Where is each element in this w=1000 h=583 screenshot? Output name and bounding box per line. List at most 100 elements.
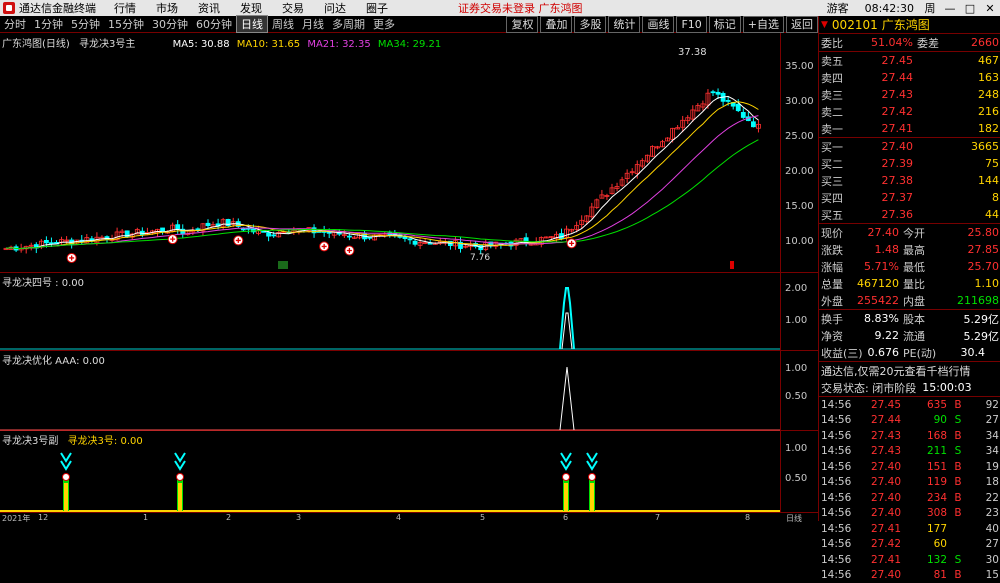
period-tab-daily[interactable]: 日线 <box>236 15 268 33</box>
stat-label: PE(动) <box>899 345 943 361</box>
bid-row[interactable]: 买二27.3975 <box>819 155 1000 172</box>
adjust-button[interactable]: 复权 <box>506 16 538 33</box>
tick-row[interactable]: 14:5627.43211S34 <box>819 444 1000 460</box>
ma-line <box>6 102 758 249</box>
tick-volume: 234 <box>901 492 947 504</box>
tick-side: S <box>947 554 969 566</box>
tick-row[interactable]: 14:5627.426027 <box>819 537 1000 553</box>
ask-row[interactable]: 卖二27.42216 <box>819 103 1000 120</box>
signal-bar <box>590 483 594 511</box>
tick-volume: 635 <box>901 399 947 411</box>
ask-price: 27.42 <box>855 105 913 118</box>
overlay-button[interactable]: 叠加 <box>540 16 572 33</box>
ask-label: 卖一 <box>819 121 855 137</box>
mark-button[interactable]: 标记 <box>709 16 741 33</box>
tick-volume: 81 <box>901 569 947 581</box>
kline-chart[interactable] <box>0 33 780 273</box>
tick-count: 22 <box>969 492 999 504</box>
bid-row[interactable]: 买五27.3644 <box>819 206 1000 223</box>
period-tab-5min[interactable]: 5分钟 <box>67 16 104 32</box>
candle-body <box>408 239 412 240</box>
promo-text[interactable]: 通达信,仅需20元查看千档行情 <box>819 362 1000 379</box>
period-tab-intraday[interactable]: 分时 <box>0 16 30 32</box>
guest-label[interactable]: 游客 <box>817 0 859 16</box>
tick-volume: 177 <box>901 523 947 535</box>
tick-volume: 90 <box>901 414 947 426</box>
tick-price: 27.43 <box>855 445 901 457</box>
tick-count: 34 <box>969 445 999 457</box>
tick-side: S <box>947 414 969 426</box>
dropdown-icon[interactable]: ▼ <box>821 20 828 30</box>
menu-item-quotes[interactable]: 行情 <box>104 0 146 16</box>
ask-row[interactable]: 卖三27.43248 <box>819 86 1000 103</box>
period-tab-1min[interactable]: 1分钟 <box>30 16 67 32</box>
f10-button[interactable]: F10 <box>676 16 706 33</box>
y-tick: 30.00 <box>785 96 814 107</box>
ma-line <box>6 96 758 248</box>
period-tab-30min[interactable]: 30分钟 <box>148 16 192 32</box>
bid-row[interactable]: 买一27.403665 <box>819 138 1000 155</box>
bid-label: 买五 <box>819 207 855 223</box>
tick-count: 40 <box>969 523 999 535</box>
stat-label: 涨幅 <box>819 259 849 275</box>
indicator-panel-4[interactable]: 寻龙决3号副 寻龙决3号: 0.00 1.00 0.50 <box>0 431 818 513</box>
period-tab-15min[interactable]: 15分钟 <box>104 16 148 32</box>
period-tab-more[interactable]: 更多 <box>369 16 399 32</box>
maximize-icon[interactable]: □ <box>960 2 980 15</box>
period-tab-multi[interactable]: 多周期 <box>328 16 369 32</box>
stat-value: 211698 <box>929 294 999 307</box>
tick-row[interactable]: 14:5627.40234B22 <box>819 490 1000 506</box>
tick-price: 27.42 <box>855 538 901 550</box>
tick-row[interactable]: 14:5627.41132S30 <box>819 552 1000 568</box>
ask-row[interactable]: 卖一27.41182 <box>819 120 1000 137</box>
tick-volume: 151 <box>901 461 947 473</box>
ask-row[interactable]: 卖五27.45467 <box>819 52 1000 69</box>
tick-row[interactable]: 14:5627.43168B34 <box>819 428 1000 444</box>
menu-item-discover[interactable]: 发现 <box>230 0 272 16</box>
indicator-2-chart <box>0 273 780 351</box>
tick-row[interactable]: 14:5627.40119B18 <box>819 475 1000 491</box>
menu-item-market[interactable]: 市场 <box>146 0 188 16</box>
indicator-panel-3[interactable]: 寻龙决优化 AAA: 0.00 1.00 0.50 <box>0 351 818 431</box>
tick-price: 27.40 <box>855 476 901 488</box>
candle-body <box>176 225 180 229</box>
tick-volume: 308 <box>901 507 947 519</box>
stat-row: 净资9.22流通5.29亿 <box>819 327 1000 344</box>
bid-label: 买一 <box>819 139 855 155</box>
menu-item-news[interactable]: 资讯 <box>188 0 230 16</box>
week-button[interactable]: 周 <box>920 0 940 16</box>
tick-list[interactable]: 14:5627.45635B9214:5627.4490S2714:5627.4… <box>819 397 1000 583</box>
menu-item-circle[interactable]: 圈子 <box>356 0 398 16</box>
daily-tab[interactable]: 日线 <box>786 513 802 524</box>
minimize-icon[interactable]: — <box>940 2 960 15</box>
indicator-panel-2[interactable]: 寻龙决四号 : 0.00 2.00 1.00 <box>0 273 818 351</box>
period-tab-monthly[interactable]: 月线 <box>298 16 328 32</box>
login-notice[interactable]: 证券交易未登录 广东鸿图 <box>458 0 583 16</box>
add-watchlist-button[interactable]: +自选 <box>743 16 784 33</box>
tick-row[interactable]: 14:5627.4081B15 <box>819 568 1000 583</box>
period-tab-weekly[interactable]: 周线 <box>268 16 298 32</box>
bid-price: 27.39 <box>855 157 913 170</box>
tick-row[interactable]: 14:5627.4117740 <box>819 521 1000 537</box>
ask-row[interactable]: 卖四27.44163 <box>819 69 1000 86</box>
tick-row[interactable]: 14:5627.40308B23 <box>819 506 1000 522</box>
menu-item-ask[interactable]: 问达 <box>314 0 356 16</box>
kline-panel[interactable]: 广东鸿图(日线) 寻龙决3号主 MA5: 30.88 MA10: 31.65 M… <box>0 33 818 273</box>
period-tab-60min[interactable]: 60分钟 <box>192 16 236 32</box>
candle-body <box>267 232 271 236</box>
tick-count: 27 <box>969 414 999 426</box>
tick-row[interactable]: 14:5627.40151B19 <box>819 459 1000 475</box>
draw-line-button[interactable]: 画线 <box>642 16 674 33</box>
back-button[interactable]: 返回 <box>786 16 818 33</box>
tick-count: 30 <box>969 554 999 566</box>
multi-stock-button[interactable]: 多股 <box>574 16 606 33</box>
app-title: 通达信金融终端 <box>19 0 104 16</box>
tick-row[interactable]: 14:5627.4490S27 <box>819 413 1000 429</box>
stat-label: 外盘 <box>819 293 849 309</box>
tick-row[interactable]: 14:5627.45635B92 <box>819 397 1000 413</box>
menu-item-trade[interactable]: 交易 <box>272 0 314 16</box>
stats-button[interactable]: 统计 <box>608 16 640 33</box>
bid-row[interactable]: 买四27.378 <box>819 189 1000 206</box>
bid-row[interactable]: 买三27.38144 <box>819 172 1000 189</box>
close-icon[interactable]: ✕ <box>980 2 1000 15</box>
